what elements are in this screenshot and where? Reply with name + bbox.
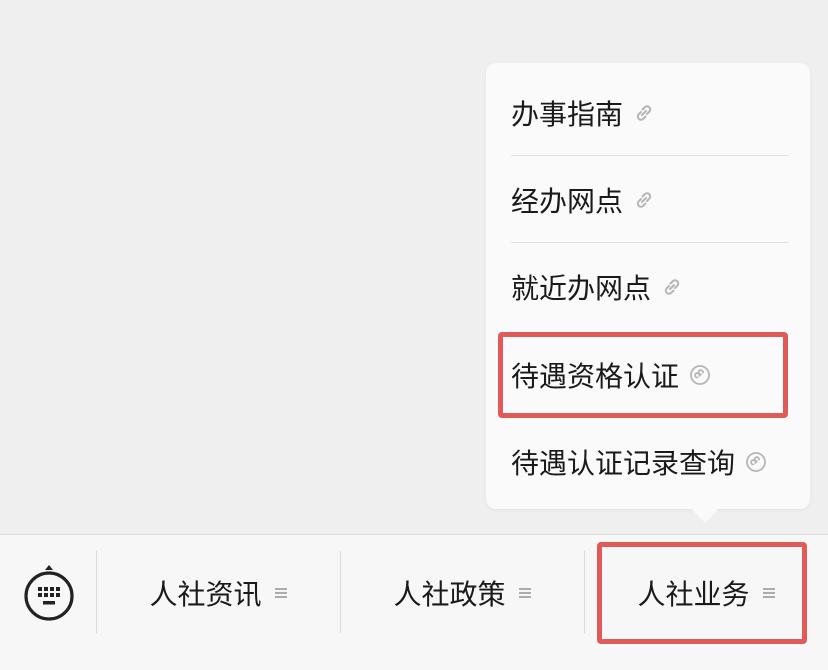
- keyboard-icon: [24, 565, 74, 621]
- tab-divider: [96, 551, 97, 633]
- highlight-box: [597, 542, 807, 644]
- menu-item-label: 待遇认证记录查询: [511, 447, 736, 480]
- link-icon: [661, 276, 683, 298]
- tab-hr-policy[interactable]: 人社政策: [342, 559, 583, 627]
- highlight-box: [498, 332, 788, 418]
- tab-divider: [340, 551, 341, 633]
- menu-item-certification-records[interactable]: 待遇认证记录查询: [511, 418, 791, 506]
- mini-program-icon: [745, 451, 767, 473]
- menu-item-nearby-outlets[interactable]: 就近办网点: [511, 243, 791, 331]
- tab-divider: [584, 551, 585, 633]
- link-icon: [633, 102, 655, 124]
- menu-lines-icon: [518, 586, 532, 600]
- tab-label: 人社资讯: [149, 578, 262, 611]
- menu-item-guide[interactable]: 办事指南: [511, 69, 791, 157]
- menu-lines-icon: [274, 586, 288, 600]
- menu-item-label: 经办网点: [511, 185, 624, 218]
- keyboard-toggle-button[interactable]: [22, 563, 76, 623]
- tab-label: 人社政策: [393, 578, 506, 611]
- tab-hr-news[interactable]: 人社资讯: [98, 559, 339, 627]
- menu-item-service-outlets[interactable]: 经办网点: [511, 156, 791, 244]
- menu-item-label: 办事指南: [511, 98, 624, 131]
- submenu-popup: 办事指南 经办网点 就近办网点 待遇资格认证 待遇认证记录查询: [486, 63, 810, 509]
- menu-item-label: 就近办网点: [511, 272, 652, 305]
- link-icon: [633, 189, 655, 211]
